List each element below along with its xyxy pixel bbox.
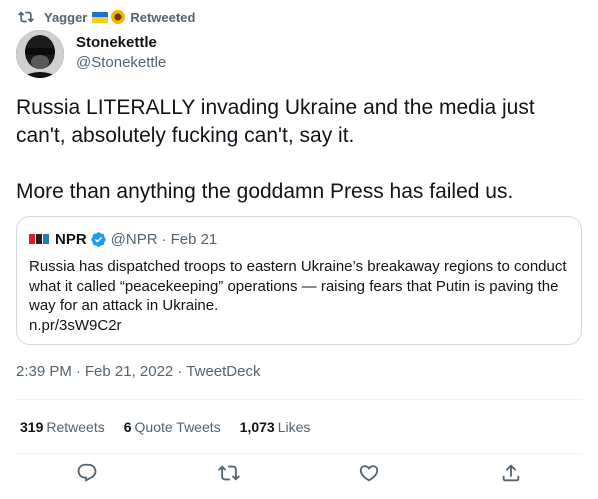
quoted-tweet-header: NPR @NPR · Feb 21 [29, 229, 569, 249]
retweeter-name[interactable]: Yagger [44, 10, 87, 25]
share-icon [502, 464, 520, 482]
retweet-button[interactable] [218, 462, 242, 486]
retweets-label: Retweets [46, 419, 105, 435]
tweet-paragraph: More than anything the goddamn Press has… [16, 180, 514, 203]
avatar-image [16, 30, 64, 78]
engagement-stats: 319 Retweets 6 Quote Tweets 1,073 Likes [20, 417, 329, 437]
quoted-tweet-text: Russia has dispatched troops to eastern … [29, 258, 567, 314]
likes-label: Likes [277, 419, 311, 435]
tweet-time[interactable]: 2:39 PM [16, 363, 72, 380]
quoted-display-name: NPR [55, 230, 87, 248]
author-handle[interactable]: @Stonekettle [76, 54, 166, 71]
retweet-icon [218, 465, 240, 481]
tweet-source: TweetDeck [186, 363, 261, 380]
retweeted-by-context: Yagger Retweeted [18, 8, 195, 26]
sunflower-emoji [111, 10, 126, 24]
tweet-text: Russia LITERALLY invading Ukraine and th… [16, 94, 582, 206]
quote-tweets-stat[interactable]: 6 Quote Tweets [124, 419, 221, 435]
divider [16, 453, 582, 454]
author-display-name[interactable]: Stonekettle [76, 34, 157, 51]
quote-tweets-count: 6 [123, 419, 132, 435]
quoted-tweet-link[interactable]: n.pr/3sW9C2r [29, 316, 569, 336]
heart-icon [359, 465, 379, 482]
quoted-date: Feb 21 [170, 230, 218, 248]
ukraine-flag-emoji [92, 11, 109, 23]
retweet-context-icon [18, 11, 34, 23]
likes-count: 1,073 [239, 419, 275, 435]
action-bar [16, 458, 582, 490]
quoted-tweet-body: Russia has dispatched troops to eastern … [29, 257, 569, 335]
retweets-count: 319 [20, 419, 44, 435]
reply-button[interactable] [76, 462, 100, 486]
tweet-date[interactable]: Feb 21, 2022 [85, 363, 173, 380]
author-avatar[interactable] [16, 30, 64, 78]
retweeted-label: Retweeted [130, 9, 196, 25]
tweet-paragraph: Russia LITERALLY invading Ukraine and th… [16, 96, 535, 147]
share-button[interactable] [500, 462, 524, 486]
quote-tweets-label: Quote Tweets [134, 419, 221, 435]
quoted-tweet-card[interactable]: NPR @NPR · Feb 21 Russia has dispatched … [16, 216, 582, 345]
likes-stat[interactable]: 1,073 Likes [240, 419, 311, 435]
verified-badge-icon [90, 231, 106, 247]
like-button[interactable] [358, 462, 382, 486]
divider [16, 399, 582, 400]
quoted-handle: @NPR [110, 230, 158, 248]
tweet-meta: 2:39 PM · Feb 21, 2022 · TweetDeck [16, 363, 261, 380]
reply-icon [77, 463, 97, 482]
retweets-stat[interactable]: 319 Retweets [20, 419, 105, 435]
npr-avatar [29, 234, 49, 244]
